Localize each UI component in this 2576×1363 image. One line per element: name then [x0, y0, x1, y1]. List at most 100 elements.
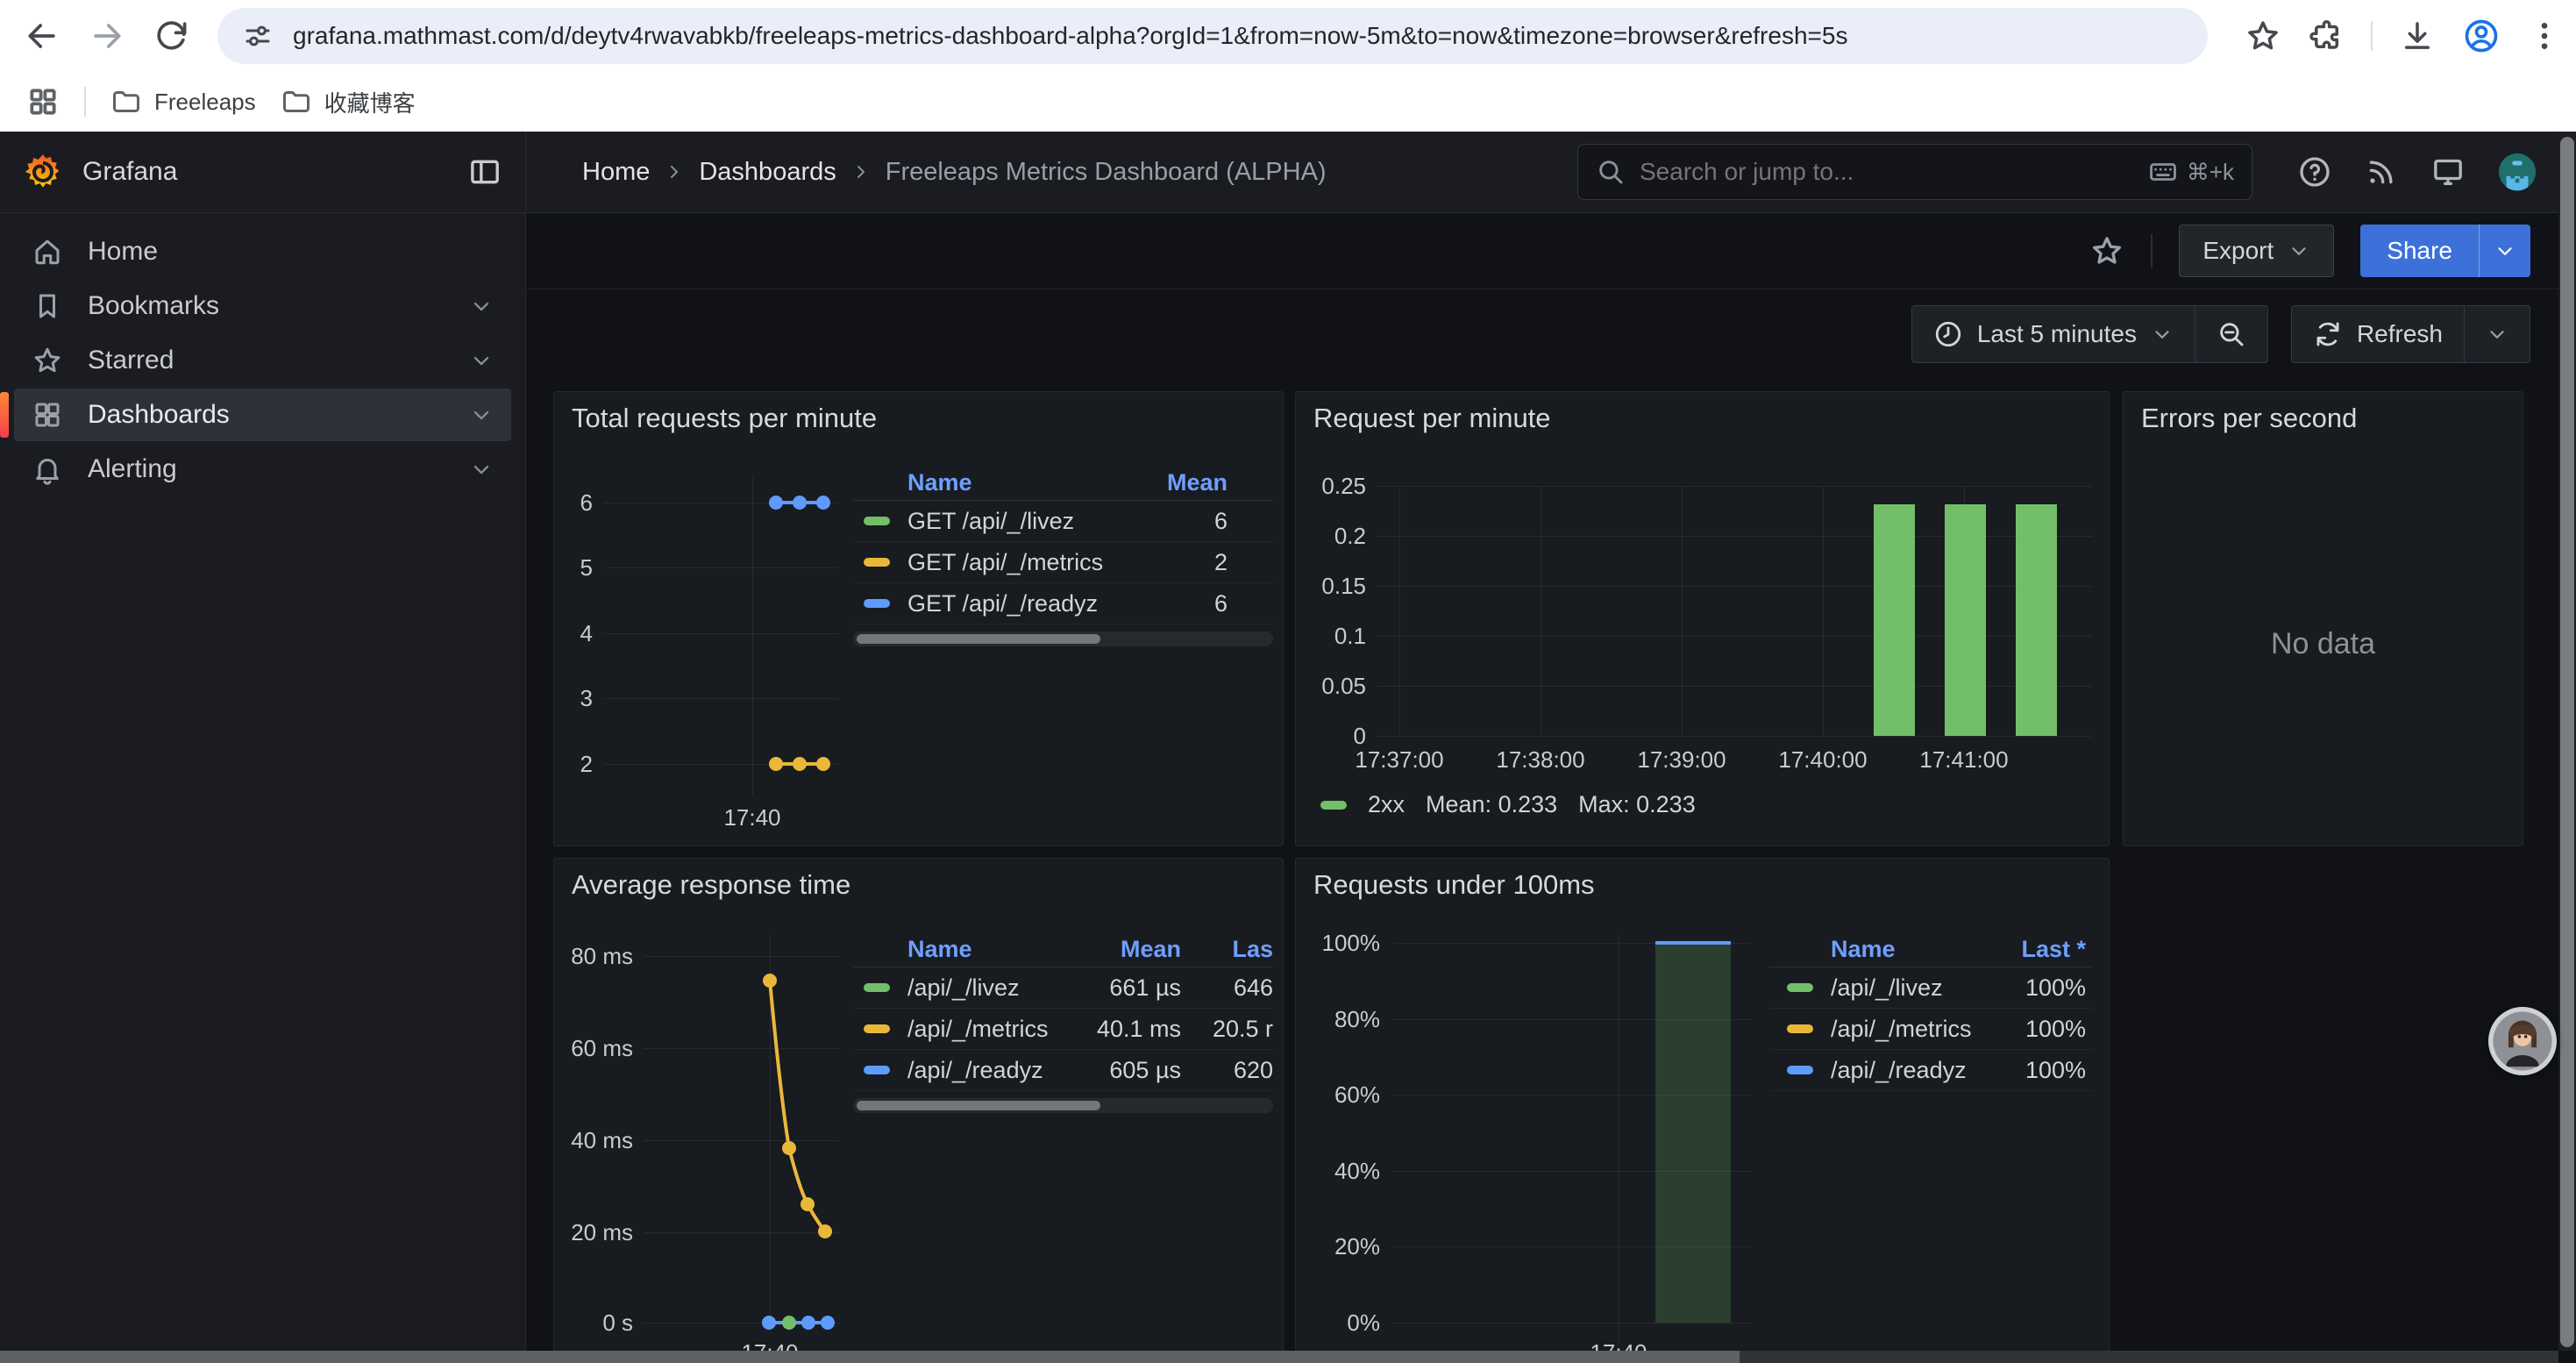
- search-shortcut: ⌘+k: [2148, 157, 2234, 187]
- horizontal-scrollbar[interactable]: [0, 1351, 2558, 1363]
- refresh-button[interactable]: Refresh: [2292, 306, 2464, 362]
- scrollbar-thumb[interactable]: [2560, 137, 2574, 1347]
- legend-row[interactable]: /api/_/livez 100%: [1769, 967, 2093, 1009]
- legend-header-name[interactable]: Name: [1769, 936, 1979, 963]
- legend-row[interactable]: GET /api/_/metrics 2: [853, 542, 1273, 583]
- legend-header-last[interactable]: Last *: [1979, 936, 2093, 963]
- breadcrumb-home[interactable]: Home: [582, 158, 650, 187]
- toolbar-divider: [2151, 234, 2153, 268]
- bar-2xx: [2016, 504, 2057, 736]
- extensions-icon[interactable]: [2308, 18, 2345, 54]
- legend-header-name[interactable]: Name: [853, 469, 972, 496]
- panel-total-requests[interactable]: Total requests per minute 6 5 4 3 2 17:4…: [553, 391, 1284, 846]
- legend-row[interactable]: /api/_/metrics 40.1 ms 20.5 r: [853, 1009, 1273, 1050]
- panel-title[interactable]: Total requests per minute: [572, 403, 877, 434]
- sidebar-item-home[interactable]: Home: [14, 225, 511, 278]
- apps-grid-icon[interactable]: [26, 85, 60, 118]
- legend-row[interactable]: /api/_/metrics 100%: [1769, 1009, 2093, 1050]
- share-button[interactable]: Share: [2360, 225, 2530, 277]
- legend-row[interactable]: /api/_/livez 661 µs 646: [853, 967, 1273, 1009]
- legend-row[interactable]: /api/_/readyz 605 µs 620: [853, 1050, 1273, 1091]
- vertical-scrollbar[interactable]: [2558, 132, 2576, 1351]
- series-name[interactable]: /api/_/livez: [907, 974, 1050, 1002]
- panel-errors-per-second[interactable]: Errors per second No data: [2123, 391, 2523, 846]
- chevron-down-icon[interactable]: [469, 457, 494, 482]
- legend-header-last[interactable]: Las: [1181, 936, 1273, 963]
- panel-avg-response-time[interactable]: Average response time 80 ms 60 ms 40 ms …: [553, 858, 1284, 1363]
- series-name[interactable]: GET /api/_/readyz: [907, 590, 1098, 617]
- legend-scrollbar[interactable]: [853, 632, 1273, 646]
- panel-title[interactable]: Request per minute: [1313, 403, 1551, 434]
- panel-title[interactable]: Errors per second: [2141, 403, 2357, 434]
- legend-row[interactable]: GET /api/_/readyz 6: [853, 583, 1273, 624]
- news-rss-icon[interactable]: [2364, 154, 2399, 189]
- user-avatar[interactable]: [2497, 152, 2537, 192]
- chevron-down-icon[interactable]: [469, 348, 494, 373]
- series-name[interactable]: 2xx: [1368, 791, 1405, 818]
- sidebar-item-alerting[interactable]: Alerting: [14, 443, 511, 496]
- bookmark-label: Freeleaps: [154, 89, 256, 116]
- bookmark-star-icon[interactable]: [2245, 18, 2281, 54]
- legend-row[interactable]: GET /api/_/livez 6: [853, 501, 1273, 542]
- bookmarks-bar: Freeleaps 收藏博客: [0, 72, 2576, 132]
- export-button[interactable]: Export: [2179, 225, 2334, 277]
- panel-title[interactable]: Requests under 100ms: [1313, 869, 1595, 901]
- series-name[interactable]: /api/_/metrics: [907, 1016, 1050, 1043]
- share-menu-button[interactable]: [2479, 225, 2530, 277]
- monitor-icon[interactable]: [2430, 154, 2466, 189]
- reload-icon[interactable]: [153, 17, 191, 55]
- help-icon[interactable]: [2297, 154, 2332, 189]
- gridline: [1377, 486, 2092, 487]
- panel-request-per-minute[interactable]: Request per minute 0.25 0.2 0.15 0.1 0.0…: [1295, 391, 2110, 846]
- legend-header-name[interactable]: Name: [853, 936, 1050, 963]
- grafana-header: Grafana Home Dashboards Freeleaps Metric…: [0, 132, 2576, 213]
- search-box[interactable]: ⌘+k: [1577, 144, 2252, 200]
- shortcut-keys: ⌘+k: [2187, 159, 2234, 186]
- chevron-down-icon[interactable]: [469, 403, 494, 427]
- download-icon[interactable]: [2399, 18, 2436, 54]
- y-tick: 2: [554, 751, 593, 778]
- time-range-picker[interactable]: Last 5 minutes: [1912, 306, 2195, 362]
- series-name[interactable]: GET /api/_/livez: [907, 508, 1074, 535]
- bookmark-folder-blogs[interactable]: 收藏博客: [281, 86, 416, 118]
- legend-row[interactable]: /api/_/readyz 100%: [1769, 1050, 2093, 1091]
- legend-header-mean[interactable]: Mean: [1050, 936, 1181, 963]
- sidebar-item-starred[interactable]: Starred: [14, 334, 511, 387]
- forward-icon[interactable]: [88, 17, 126, 55]
- url-text[interactable]: grafana.mathmast.com/d/deytv4rwavabkb/fr…: [293, 22, 1847, 50]
- star-icon: [32, 345, 63, 376]
- sidebar-item-dashboards[interactable]: Dashboards: [14, 389, 511, 441]
- series-name[interactable]: /api/_/metrics: [1831, 1016, 1979, 1043]
- sidebar-item-bookmarks[interactable]: Bookmarks: [14, 280, 511, 332]
- floating-avatar[interactable]: [2488, 1007, 2557, 1075]
- x-tick: 17:40:00: [1757, 746, 1889, 774]
- scrollbar-thumb[interactable]: [0, 1351, 1740, 1363]
- refresh-interval-button[interactable]: [2465, 306, 2530, 362]
- y-tick: 100%: [1296, 930, 1380, 957]
- sidebar-toggle-icon[interactable]: [467, 154, 502, 189]
- menu-kebab-icon[interactable]: [2527, 18, 2562, 54]
- scrollbar-thumb[interactable]: [857, 634, 1100, 644]
- breadcrumb-dashboards[interactable]: Dashboards: [699, 158, 836, 187]
- legend-header: Name Last *: [1769, 932, 2093, 967]
- grafana-logo[interactable]: [23, 152, 63, 192]
- chevron-down-icon[interactable]: [469, 294, 494, 318]
- search-input[interactable]: [1640, 158, 2134, 186]
- zoom-out-button[interactable]: [2195, 306, 2267, 362]
- url-bar[interactable]: grafana.mathmast.com/d/deytv4rwavabkb/fr…: [217, 8, 2208, 64]
- legend-scrollbar[interactable]: [853, 1098, 1273, 1113]
- legend-header-mean[interactable]: Mean: [1167, 469, 1273, 496]
- series-name[interactable]: GET /api/_/metrics: [907, 549, 1103, 576]
- site-settings-icon[interactable]: [242, 20, 274, 52]
- favorite-star-icon[interactable]: [2089, 233, 2124, 268]
- series-name[interactable]: /api/_/readyz: [907, 1057, 1050, 1084]
- series-name[interactable]: /api/_/livez: [1831, 974, 1979, 1002]
- series-name[interactable]: /api/_/readyz: [1831, 1057, 1979, 1084]
- scrollbar-thumb[interactable]: [857, 1101, 1100, 1110]
- panel-requests-under-100ms[interactable]: Requests under 100ms 100% 80% 60% 40% 20…: [1295, 858, 2110, 1363]
- chevron-down-icon: [2288, 239, 2310, 262]
- profile-icon[interactable]: [2462, 17, 2501, 55]
- back-icon[interactable]: [23, 17, 61, 55]
- chevron-right-icon: [664, 161, 685, 182]
- bookmark-folder-freeleaps[interactable]: Freeleaps: [110, 86, 256, 118]
